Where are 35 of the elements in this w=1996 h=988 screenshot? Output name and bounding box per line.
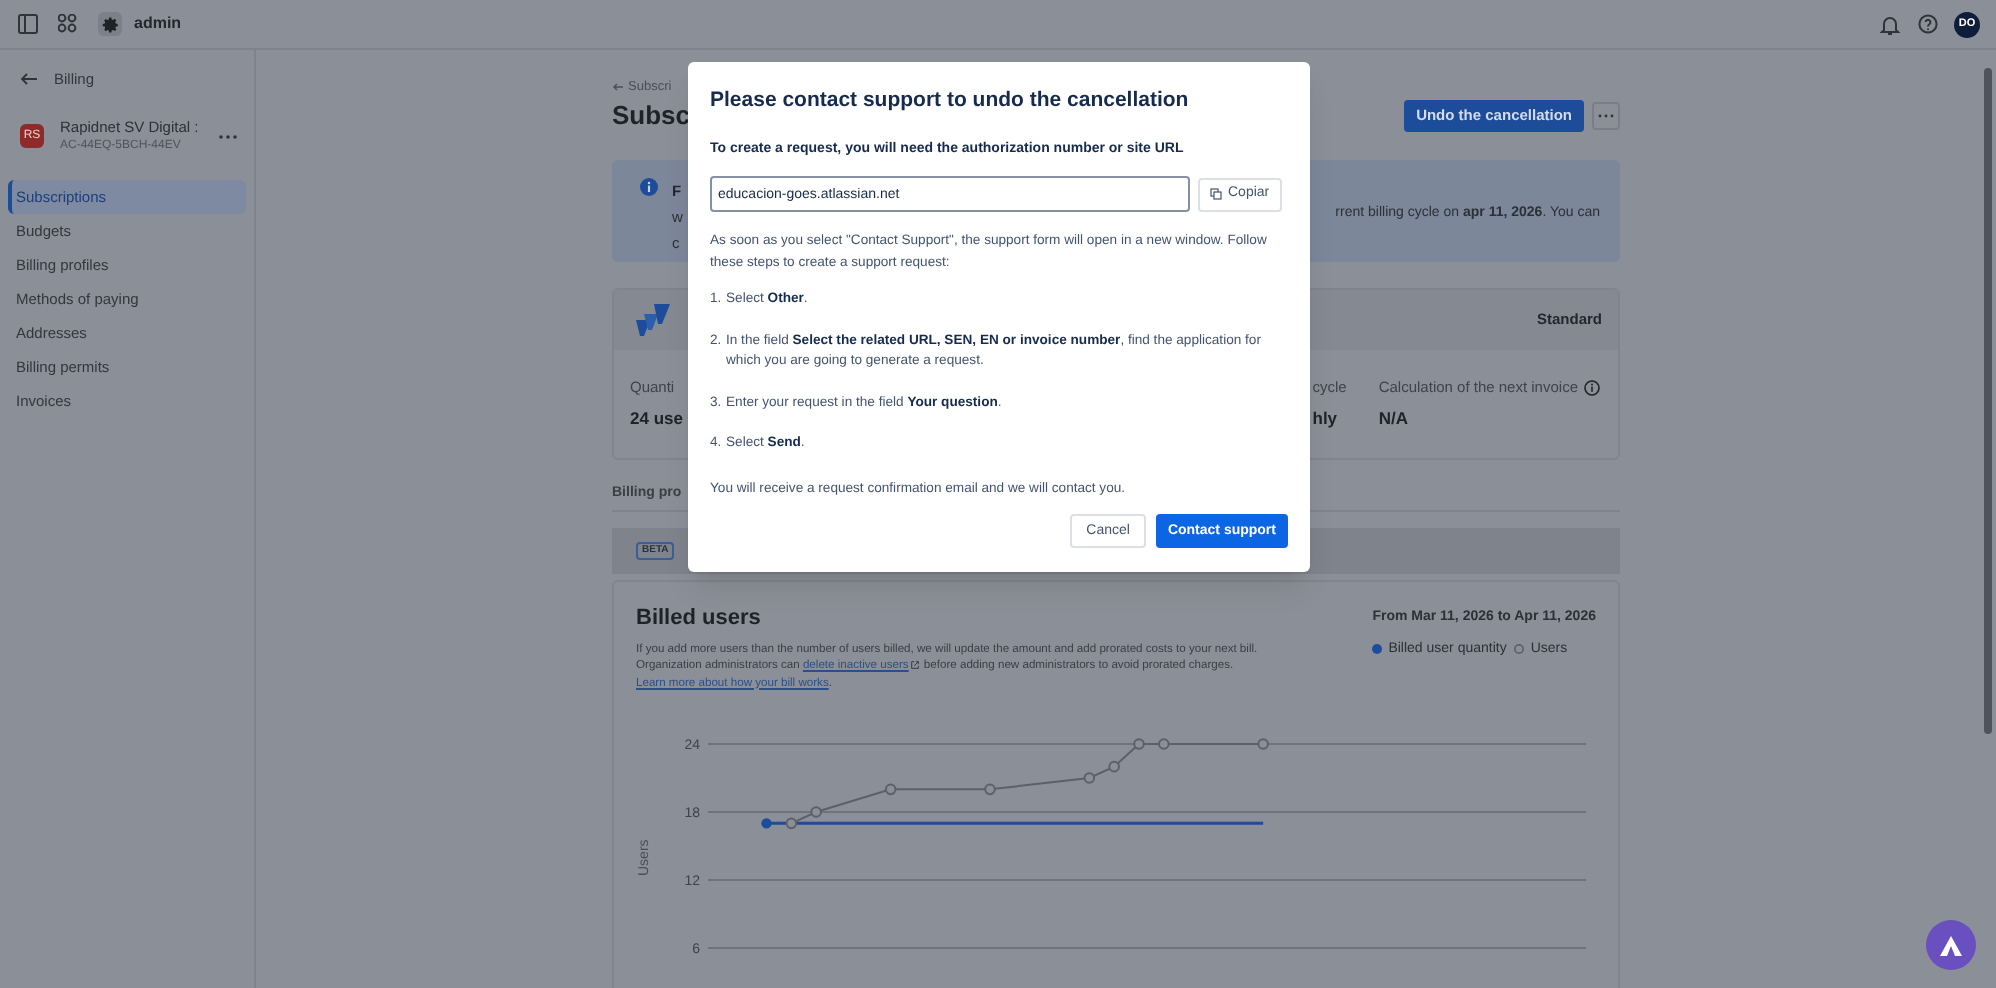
dialog-title: Please contact support to undo the cancellation [710, 86, 1191, 116]
logo-icon [636, 304, 672, 336]
info-icon [640, 178, 658, 196]
data-point [884, 783, 897, 796]
notifications-icon[interactable] [1880, 13, 1900, 35]
stat-value: 24 use [630, 406, 683, 432]
info-icon[interactable] [1584, 379, 1600, 396]
floating-action-button[interactable] [1926, 920, 1976, 970]
page-title: Subsc [612, 98, 691, 135]
card-title: Billed users [636, 604, 763, 634]
external-link-icon [910, 659, 921, 670]
sidebar-toggle-icon[interactable] [18, 14, 38, 34]
data-point [810, 806, 822, 818]
scrollbar[interactable] [1984, 68, 1992, 734]
data-point [1108, 760, 1120, 773]
data-point [1257, 738, 1269, 750]
gear-icon [101, 15, 119, 33]
back-arrow-icon[interactable] [20, 72, 38, 86]
data-point [785, 817, 798, 830]
legend-marker [1514, 644, 1525, 655]
data-point [984, 783, 996, 796]
workspace-button[interactable]: admin [98, 12, 182, 36]
data-point [1158, 738, 1170, 750]
copy-icon [1210, 188, 1222, 201]
data-point [1133, 738, 1145, 750]
data-point [761, 818, 772, 829]
app-grid-icon[interactable] [58, 14, 78, 34]
logo-icon [1940, 935, 1962, 955]
stat-value: N/A [1378, 406, 1410, 432]
back-arrow-icon[interactable] [612, 82, 624, 92]
more-icon[interactable] [218, 133, 239, 140]
help-icon[interactable] [1918, 14, 1938, 34]
data-point [1083, 772, 1096, 784]
legend-marker [1372, 644, 1383, 655]
stat-value: hly [1312, 406, 1340, 432]
